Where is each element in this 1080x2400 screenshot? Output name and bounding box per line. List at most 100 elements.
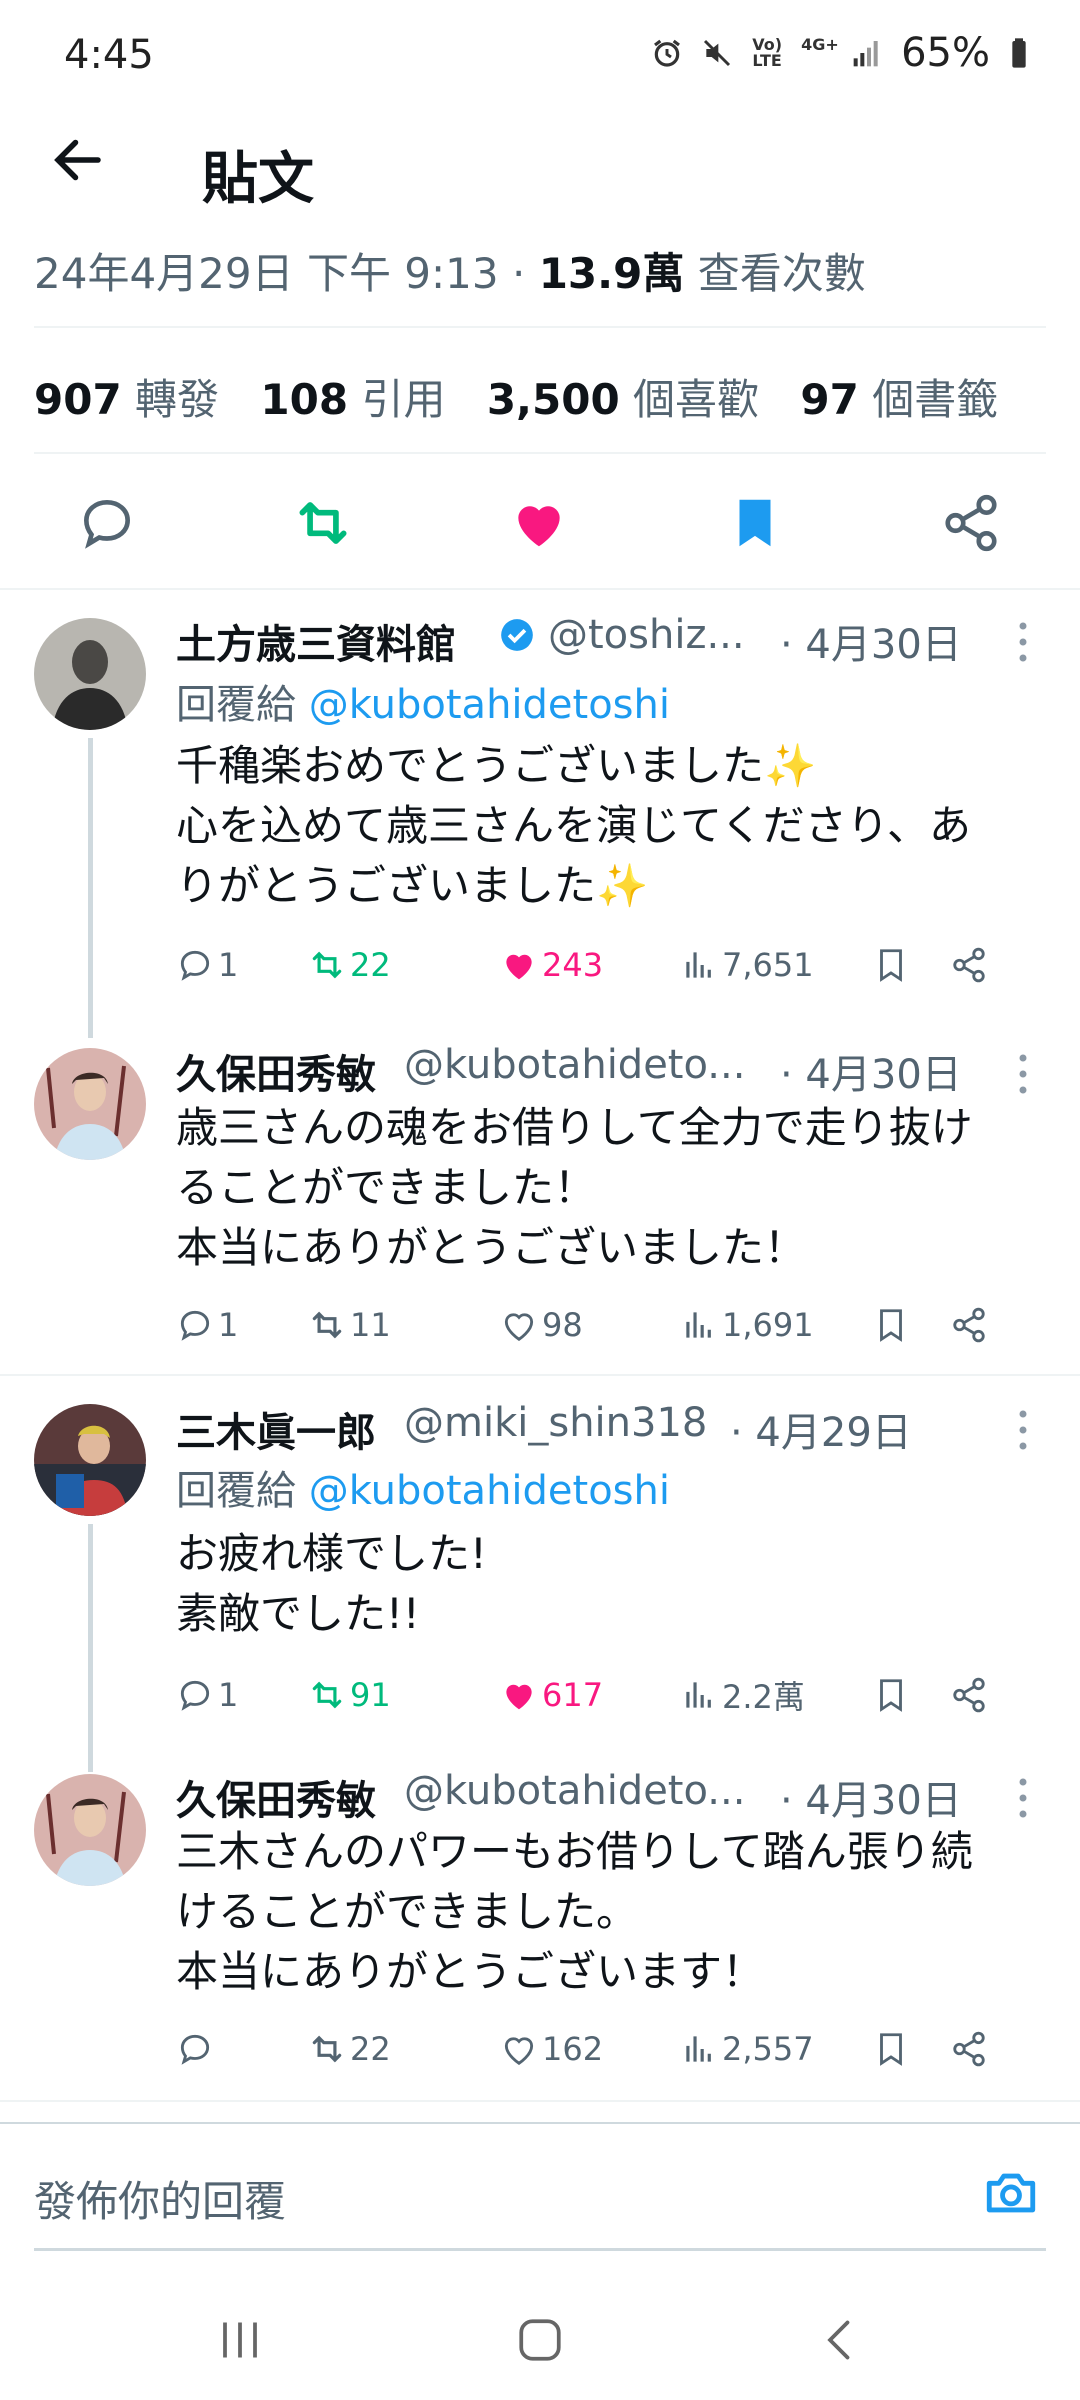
mention-link[interactable]: @kubotahidetoshi [309,1468,670,1514]
battery-icon [1008,37,1030,69]
like-icon[interactable] [500,946,538,984]
share-icon[interactable] [950,1676,988,1714]
view-count: 1,691 [722,1306,814,1344]
divider [0,2100,1080,2102]
avatar[interactable] [34,618,146,730]
reply-actions: 1 22 243 7,651 [176,946,1026,984]
bookmark-icon[interactable] [872,2030,910,2068]
reply-count: 1 [218,1306,239,1344]
reply-author-handle[interactable]: @toshiz... [548,612,745,658]
reply-count: 1 [218,1676,239,1714]
status-time: 4:45 [64,32,154,78]
compose-underline [34,2248,1046,2251]
divider [34,452,1046,454]
divider [34,326,1046,328]
reply-author-name[interactable]: 三木眞一郎 [176,1400,376,1458]
avatar[interactable] [34,1774,146,1886]
avatar[interactable] [34,1404,146,1516]
bookmark-icon[interactable] [872,1676,910,1714]
post-timestamp: 24年4月29日 下午 9:13 · 13.9萬 查看次數 [34,249,866,298]
retweet-icon[interactable] [308,1306,346,1344]
reply-date: · 4月30日 [780,1052,962,1098]
reply-date: · 4月30日 [780,1778,962,1824]
reply-author-handle[interactable]: @kubotahideto... [404,1042,745,1088]
reply-icon[interactable] [176,946,214,984]
back-nav-button[interactable] [800,2310,880,2370]
reply-text: 歳三さんの魂をお借りして全力で走り抜け ることができました！ 本当にありがとうござい… [176,1103,973,1272]
divider [0,588,1080,590]
stat-quotes[interactable]: 108 引用 [260,375,445,424]
more-options-icon[interactable] [1016,620,1030,664]
retweet-button[interactable] [292,492,354,554]
reply-actions: 1 91 617 2.2萬 [176,1672,1026,1718]
like-count: 617 [542,1676,604,1714]
view-count: 13.9萬 [538,249,685,298]
reply-icon[interactable] [176,1306,214,1344]
views-icon[interactable] [680,2030,718,2068]
reply-author-name[interactable]: 久保田秀敏 [176,1768,376,1826]
share-icon[interactable] [950,1306,988,1344]
reply-author-handle[interactable]: @miki_shin318 [404,1400,707,1446]
reply-actions: 1 11 98 1,691 [176,1306,1026,1344]
reply-icon[interactable] [176,2030,214,2068]
verified-badge-icon [498,616,536,654]
reply-text: お疲れ様でした! 素敵でした!! [176,1529,487,1638]
retweet-count: 22 [350,2030,391,2068]
views-icon[interactable] [680,1676,718,1714]
reply-compose-input[interactable]: 發佈你的回覆 [34,2168,286,2229]
reply-author-name[interactable]: 久保田秀敏 [176,1042,376,1100]
share-button[interactable] [940,492,1002,554]
like-count: 98 [542,1306,583,1344]
reply-date: · 4月30日 [780,622,962,668]
retweet-count: 91 [350,1676,391,1714]
more-options-icon[interactable] [1016,1052,1030,1096]
replying-to: 回覆給 @kubotahidetoshi [176,1468,670,1514]
retweet-icon[interactable] [308,1676,346,1714]
reply-date: · 4月29日 [730,1410,912,1456]
status-icons: Vo) LTE 4G+ 65% [651,30,1030,76]
stat-likes[interactable]: 3,500 個喜歡 [487,375,759,424]
bookmark-button[interactable] [724,492,786,554]
bookmark-icon[interactable] [872,1306,910,1344]
view-count: 7,651 [722,946,814,984]
reply-icon[interactable] [176,1676,214,1714]
views-icon[interactable] [680,946,718,984]
post-stats: 907 轉發 108 引用 3,500 個喜歡 97 個書籤 [34,366,998,427]
more-options-icon[interactable] [1016,1408,1030,1452]
volte-icon: Vo) LTE [752,35,782,70]
compose-top-border [0,2122,1080,2124]
like-icon[interactable] [500,2030,538,2068]
like-icon[interactable] [500,1306,538,1344]
network-4g-icon: 4G+ [801,35,839,54]
signal-icon [851,37,883,69]
like-button[interactable] [508,492,570,554]
stat-bookmarks[interactable]: 97 個書籤 [800,375,998,424]
reply-author-name[interactable]: 土方歳三資料館 [176,612,456,670]
thread-line [88,738,93,1038]
reply-actions: 22 162 2,557 [176,2030,1026,2068]
camera-icon[interactable] [982,2164,1040,2222]
home-button[interactable] [500,2310,580,2370]
thread-line [88,1524,93,1772]
stat-retweets[interactable]: 907 轉發 [34,375,219,424]
back-button[interactable] [48,130,108,190]
bookmark-icon[interactable] [872,946,910,984]
replying-to: 回覆給 @kubotahidetoshi [176,682,670,728]
share-icon[interactable] [950,946,988,984]
reply-text: 三木さんのパワーもお借りして踏ん張り続 けることができました。 本当にありがとうござ… [176,1827,973,1996]
retweet-icon[interactable] [308,946,346,984]
recent-apps-button[interactable] [200,2310,280,2370]
avatar[interactable] [34,1048,146,1160]
retweet-count: 11 [350,1306,391,1344]
more-options-icon[interactable] [1016,1776,1030,1820]
share-icon[interactable] [950,2030,988,2068]
reply-author-handle[interactable]: @kubotahideto... [404,1768,745,1814]
retweet-icon[interactable] [308,2030,346,2068]
alarm-icon [651,37,683,69]
reply-button[interactable] [76,492,138,554]
mute-icon [701,37,733,69]
like-count: 162 [542,2030,604,2068]
mention-link[interactable]: @kubotahidetoshi [309,682,670,728]
views-icon[interactable] [680,1306,718,1344]
like-icon[interactable] [500,1676,538,1714]
